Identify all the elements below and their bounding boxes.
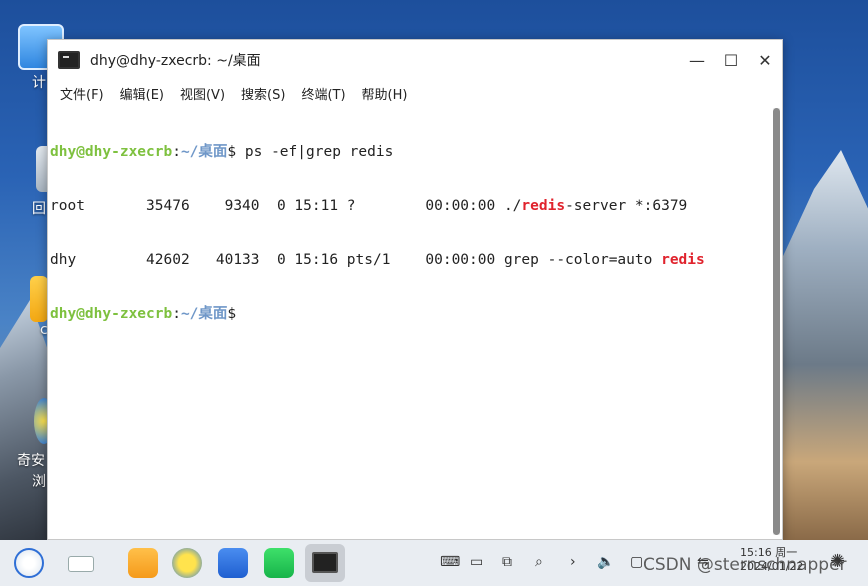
terminal-window[interactable]: dhy@dhy-zxecrb: ~/桌面 — ☐ ✕ 文件(F) 编辑(E) 视… (47, 39, 783, 540)
notification-icon[interactable]: ▭ (470, 554, 483, 570)
terminal-line: dhy 42602 40133 0 15:16 pts/1 00:00:00 g… (50, 251, 768, 269)
output-text: dhy 42602 40133 0 15:16 pts/1 00:00:00 g… (50, 252, 662, 268)
menu-edit[interactable]: 编辑(E) (112, 84, 172, 103)
volume-icon[interactable]: 🔈 (597, 554, 614, 570)
menu-terminal[interactable]: 终端(T) (293, 84, 353, 103)
desktop-wallpaper-right (778, 150, 868, 540)
command-text: ps -ef|grep redis (244, 144, 394, 160)
keyboard-icon[interactable]: ⌨ (440, 554, 460, 570)
terminal-line: dhy@dhy-zxecrb:~/桌面$ (50, 305, 768, 323)
wps-icon[interactable] (218, 548, 248, 578)
browser-icon[interactable] (172, 548, 202, 578)
terminal-output[interactable]: dhy@dhy-zxecrb:~/桌面$ ps -ef|grep redis r… (48, 106, 770, 539)
window-controls: — ☐ ✕ (680, 40, 782, 80)
watermark-text: CSDN @sternschnapper (643, 555, 847, 575)
prompt-user: dhy@dhy-zxecrb (50, 306, 173, 322)
desktop-label-browser-2: 浏 (32, 474, 46, 490)
menu-file[interactable]: 文件(F) (52, 84, 112, 103)
start-menu-icon[interactable] (14, 548, 44, 578)
multitask-view-icon[interactable] (68, 556, 94, 572)
menu-help[interactable]: 帮助(H) (354, 84, 416, 103)
window-title: dhy@dhy-zxecrb: ~/桌面 (90, 53, 261, 69)
clipboard-icon[interactable]: ⧉ (502, 554, 512, 570)
prompt-path: ~/桌面 (180, 144, 228, 160)
terminal-line: root 35476 9340 0 15:11 ? 00:00:00 ./red… (50, 197, 768, 215)
prompt-symbol: $ (227, 306, 245, 322)
terminal-scrollbar[interactable] (773, 108, 780, 535)
menu-search[interactable]: 搜索(S) (233, 84, 293, 103)
prompt-symbol: $ (227, 144, 245, 160)
prompt-user: dhy@dhy-zxecrb (50, 144, 173, 160)
folder-icon[interactable] (30, 276, 48, 322)
file-manager-icon[interactable] (128, 548, 158, 578)
match-highlight: redis (661, 252, 705, 268)
output-text: root 35476 9340 0 15:11 ? 00:00:00 ./ (50, 198, 522, 214)
chevron-right-icon[interactable]: › (570, 554, 576, 570)
match-highlight: redis (521, 198, 566, 214)
minimize-button[interactable]: — (680, 40, 714, 80)
maximize-button[interactable]: ☐ (714, 40, 748, 80)
wechat-icon[interactable] (264, 548, 294, 578)
desktop-label-browser-1: 奇安 (17, 453, 45, 469)
scrollbar-thumb[interactable] (773, 108, 780, 535)
terminal-screen-icon (312, 552, 338, 573)
menu-view[interactable]: 视图(V) (172, 84, 233, 103)
screen-icon[interactable]: ▢ (630, 554, 643, 570)
prompt-colon: : (172, 144, 181, 160)
terminal-line: dhy@dhy-zxecrb:~/桌面$ ps -ef|grep redis (50, 143, 768, 161)
output-text: -server *:6379 (565, 198, 688, 214)
window-titlebar[interactable]: dhy@dhy-zxecrb: ~/桌面 — ☐ ✕ (48, 40, 782, 80)
search-icon[interactable]: ⌕ (535, 554, 543, 570)
prompt-path: ~/桌面 (180, 306, 228, 322)
prompt-colon: : (172, 306, 181, 322)
terminal-taskbar-icon[interactable] (305, 544, 345, 582)
menu-bar: 文件(F) 编辑(E) 视图(V) 搜索(S) 终端(T) 帮助(H) (48, 80, 782, 106)
terminal-app-icon (58, 51, 80, 69)
desktop-label-trash: 回 (32, 201, 46, 217)
desktop-label-computer: 计 (32, 75, 46, 91)
close-button[interactable]: ✕ (748, 40, 782, 80)
